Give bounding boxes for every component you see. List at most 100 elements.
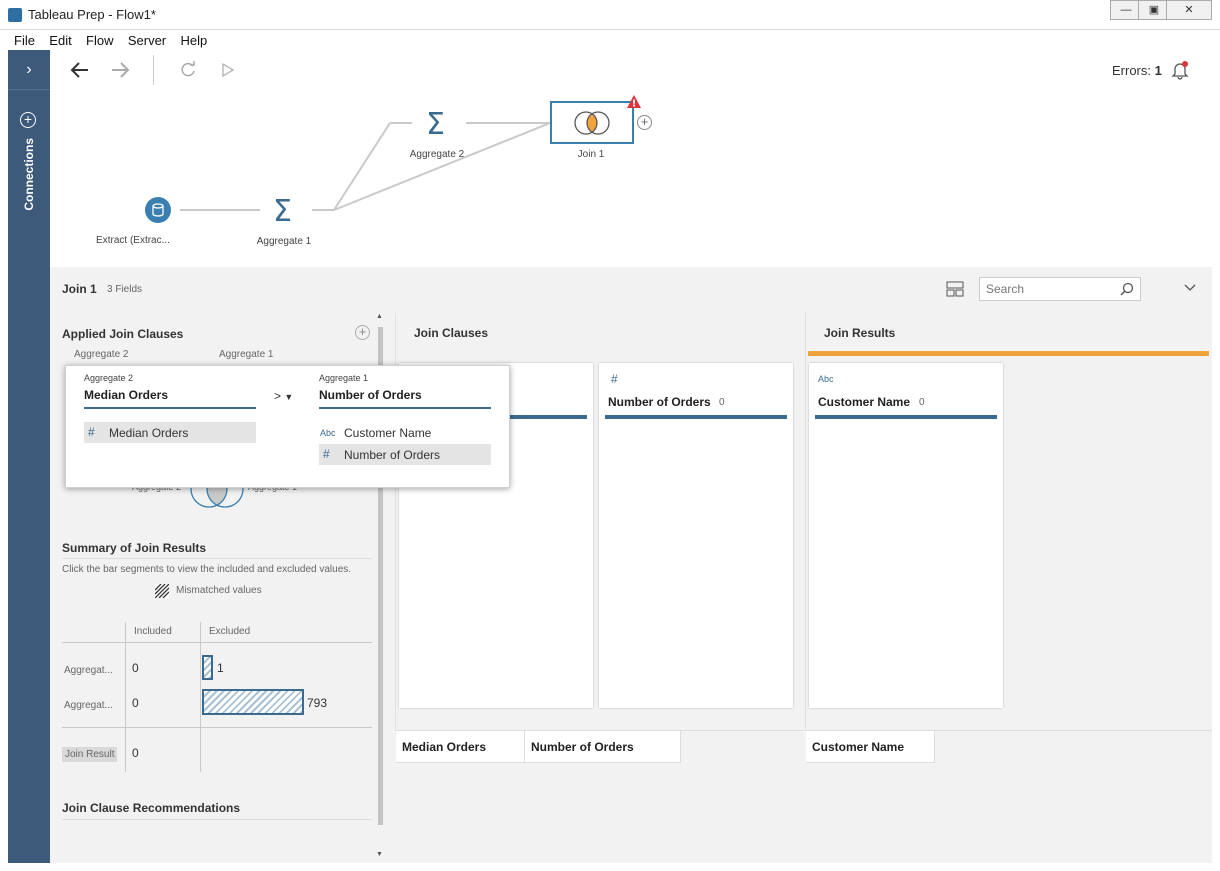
grid-col-number-of-orders[interactable]: Number of Orders [525,731,681,763]
join-results-title: Join Results [824,326,896,340]
grid-view-icon [946,281,964,297]
result-card-field-name: Customer Name [818,395,911,409]
connections-label[interactable]: Connections [22,138,36,211]
clause-card-left-bar [509,415,587,419]
popup-right-field[interactable]: Number of Orders [319,388,422,402]
right-option-label: Number of Orders [344,448,441,462]
refresh-button[interactable] [178,60,198,83]
join-clause-editor-popup: Aggregate 2 Median Orders > ▼ Aggregate … [65,365,510,488]
menu-flow[interactable]: Flow [80,30,118,48]
summary-row-1-included[interactable]: 0 [132,661,139,675]
mismatched-label: Mismatched values [176,585,262,596]
summary-row-1-excluded: 1 [217,661,224,675]
aggregate-2-label: Aggregate 2 [409,149,465,160]
summary-col-line-1 [125,622,126,772]
bell-icon [1171,61,1189,80]
summary-row-2-label: Aggregat... [64,700,113,711]
search-field[interactable] [979,277,1141,301]
menu-bar: File Edit Flow Server Help [8,30,1212,50]
join-1-label: Join 1 [577,149,605,160]
operator-dropdown-icon: ▼ [284,392,294,402]
scroll-up-icon[interactable]: ▲ [376,313,383,320]
right-option-customer-name[interactable]: Abc Customer Name [319,422,491,443]
notifications-button[interactable] [1170,60,1190,80]
operator-symbol: > [274,389,282,403]
error-warning-icon[interactable]: ! [626,94,642,112]
sigma-icon: Σ [273,194,292,229]
database-icon [152,203,164,217]
forward-arrow-icon [112,62,130,78]
popup-right-underline [319,407,491,409]
applied-join-clauses-title: Applied Join Clauses [62,327,184,341]
close-button[interactable]: ✕ [1166,0,1212,20]
add-connection-icon[interactable]: + [20,112,36,128]
refresh-icon [181,61,195,77]
clause-card-number-of-orders[interactable]: # Number of Orders 0 [599,363,793,708]
popup-left-source: Aggregate 2 [84,373,134,383]
fields-count: 3 Fields [107,284,143,295]
clause-right-table: Aggregate 1 [219,349,274,360]
forward-button[interactable] [108,58,132,88]
aggregate-2-node[interactable]: Σ [426,107,445,142]
popup-left-field[interactable]: Median Orders [84,388,168,402]
result-card-customer-name[interactable]: Abc Customer Name 0 [809,363,1003,708]
recommendations-divider [62,819,372,820]
search-input[interactable] [986,279,1116,299]
add-join-clause-button[interactable]: + [355,325,370,340]
sigma-icon: Σ [426,107,445,142]
join-result-value[interactable]: 0 [132,746,139,760]
join-result-label: Join Result [62,747,118,762]
join-1-node[interactable] [550,101,634,144]
menu-file[interactable]: File [8,30,40,48]
grid-col-customer-name[interactable]: Customer Name [806,731,935,763]
join-clauses-title: Join Clauses [414,326,489,340]
svg-text:!: ! [632,99,637,110]
excluded-header: Excluded [209,626,251,637]
menu-server[interactable]: Server [122,30,171,48]
add-step-button[interactable]: + [637,115,652,130]
layout-toggle-button[interactable] [946,281,964,300]
left-option-median-orders[interactable]: # Median Orders [84,422,256,443]
mismatched-hatch-icon [155,584,169,598]
result-card-bar [815,415,997,419]
left-option-label: Median Orders [109,426,189,440]
scroll-down-icon[interactable]: ▼ [376,851,383,858]
extract-node-label: Extract (Extrac... [96,235,170,246]
excluded-bar-2[interactable] [202,689,304,715]
play-icon [222,62,235,78]
right-option-number-of-orders[interactable]: # Number of Orders [319,444,491,465]
clause-left-table: Aggregate 2 [74,349,129,360]
string-type-icon: Abc [818,374,834,384]
window-title: Tableau Prep - Flow1* [28,7,156,22]
summary-row-2-included[interactable]: 0 [132,696,139,710]
number-type-icon: # [323,447,330,461]
menu-edit[interactable]: Edit [43,30,76,48]
summary-header-line [62,642,372,643]
errors-indicator[interactable]: Errors: 1 [1112,63,1162,78]
summary-divider [62,558,372,559]
grid-col-median-orders[interactable]: Median Orders [396,731,525,763]
back-arrow-icon [70,62,88,78]
summary-row-1-label: Aggregat... [64,665,113,676]
result-card-count: 0 [919,397,925,408]
run-flow-button[interactable] [220,62,236,81]
collapse-pane-button[interactable] [1184,281,1196,295]
title-bar: Tableau Prep - Flow1* — ▣ ✕ [0,0,1220,30]
menu-help[interactable]: Help [174,30,212,48]
extract-node[interactable] [145,197,171,223]
summary-result-line [62,727,372,728]
connections-sidebar: › + Connections [8,50,50,863]
join-results-accent-bar [808,351,1209,356]
number-type-icon: # [611,372,618,386]
summary-row-2-excluded: 793 [307,696,328,710]
excluded-bar-1[interactable] [202,655,213,680]
aggregate-1-node[interactable]: Σ [273,194,292,229]
errors-label: Errors: [1112,63,1151,78]
tableau-app-icon [8,8,22,22]
back-button[interactable] [68,58,92,88]
popup-left-underline [84,407,256,409]
sidebar-expand-button[interactable]: › [8,50,50,90]
popup-operator[interactable]: > ▼ [274,389,293,403]
clause-card-field-name: Number of Orders [608,395,711,409]
profile-title: Join 1 [62,282,97,296]
